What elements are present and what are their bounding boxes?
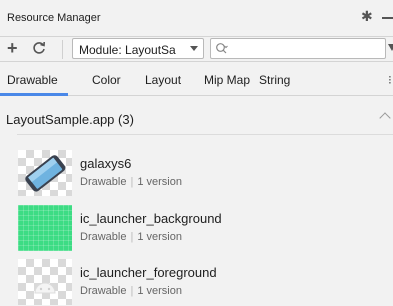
resource-name: galaxys6 [80, 156, 132, 171]
resource-versions: 1 version [137, 231, 182, 243]
green-grid-image [18, 205, 72, 251]
tab-drawable[interactable]: Drawable [0, 73, 68, 96]
search-icon [216, 43, 228, 54]
meta-divider: | [130, 231, 134, 243]
plus-icon[interactable]: + [7, 39, 18, 57]
resource-name: ic_launcher_foreground [80, 265, 217, 280]
chevron-up-icon[interactable] [379, 112, 391, 124]
resource-meta: Drawable | 1 version [80, 285, 182, 297]
tab-mip-map[interactable]: Mip Map [204, 73, 250, 87]
minimize-icon[interactable] [382, 17, 393, 19]
resource-item-ic-launcher-foreground[interactable]: ic_launcher_foreground Drawable | 1 versio… [0, 259, 393, 306]
module-dropdown[interactable]: Module: LayoutSa [72, 38, 204, 59]
module-dropdown-label: Module: LayoutSa [79, 43, 176, 57]
module-section-header[interactable]: LayoutSample.app (3) [0, 96, 393, 140]
meta-divider: | [130, 285, 134, 297]
toolbar-separator [62, 40, 63, 59]
resource-type: Drawable [80, 231, 127, 243]
section-title: LayoutSample.app (3) [6, 112, 134, 127]
chevron-down-icon [190, 46, 198, 51]
tab-color[interactable]: Color [92, 73, 121, 87]
resource-item-ic-launcher-background[interactable]: ic_launcher_background Drawable | 1 versio… [0, 205, 393, 259]
search-field[interactable] [210, 38, 386, 59]
resource-versions: 1 version [137, 176, 182, 188]
refresh-icon[interactable] [31, 40, 47, 56]
resource-versions: 1 version [137, 285, 182, 297]
more-tabs-icon[interactable]: ⁝ [388, 73, 392, 87]
phone-image [18, 150, 72, 196]
title-bar: Resource Manager ✱ [0, 0, 393, 37]
filter-icon[interactable] [388, 44, 393, 51]
resource-type: Drawable [80, 285, 127, 297]
section-divider [17, 134, 393, 135]
gear-icon[interactable]: ✱ [361, 9, 375, 23]
resource-item-galaxys6[interactable]: galaxys6 Drawable | 1 version [0, 150, 393, 204]
android-head-image [18, 259, 72, 305]
resource-name: ic_launcher_background [80, 211, 222, 226]
meta-divider: | [130, 176, 134, 188]
resource-type-tabs: Drawable Color Layout Mip Map String ⁝ [0, 62, 393, 96]
tab-layout[interactable]: Layout [145, 73, 181, 87]
toolbar: + Module: LayoutSa [0, 37, 393, 62]
resource-meta: Drawable | 1 version [80, 176, 182, 188]
resource-type: Drawable [80, 176, 127, 188]
search-input[interactable] [233, 41, 383, 56]
window-title: Resource Manager [7, 12, 101, 24]
tab-string[interactable]: String [259, 73, 290, 87]
resource-meta: Drawable | 1 version [80, 231, 182, 243]
